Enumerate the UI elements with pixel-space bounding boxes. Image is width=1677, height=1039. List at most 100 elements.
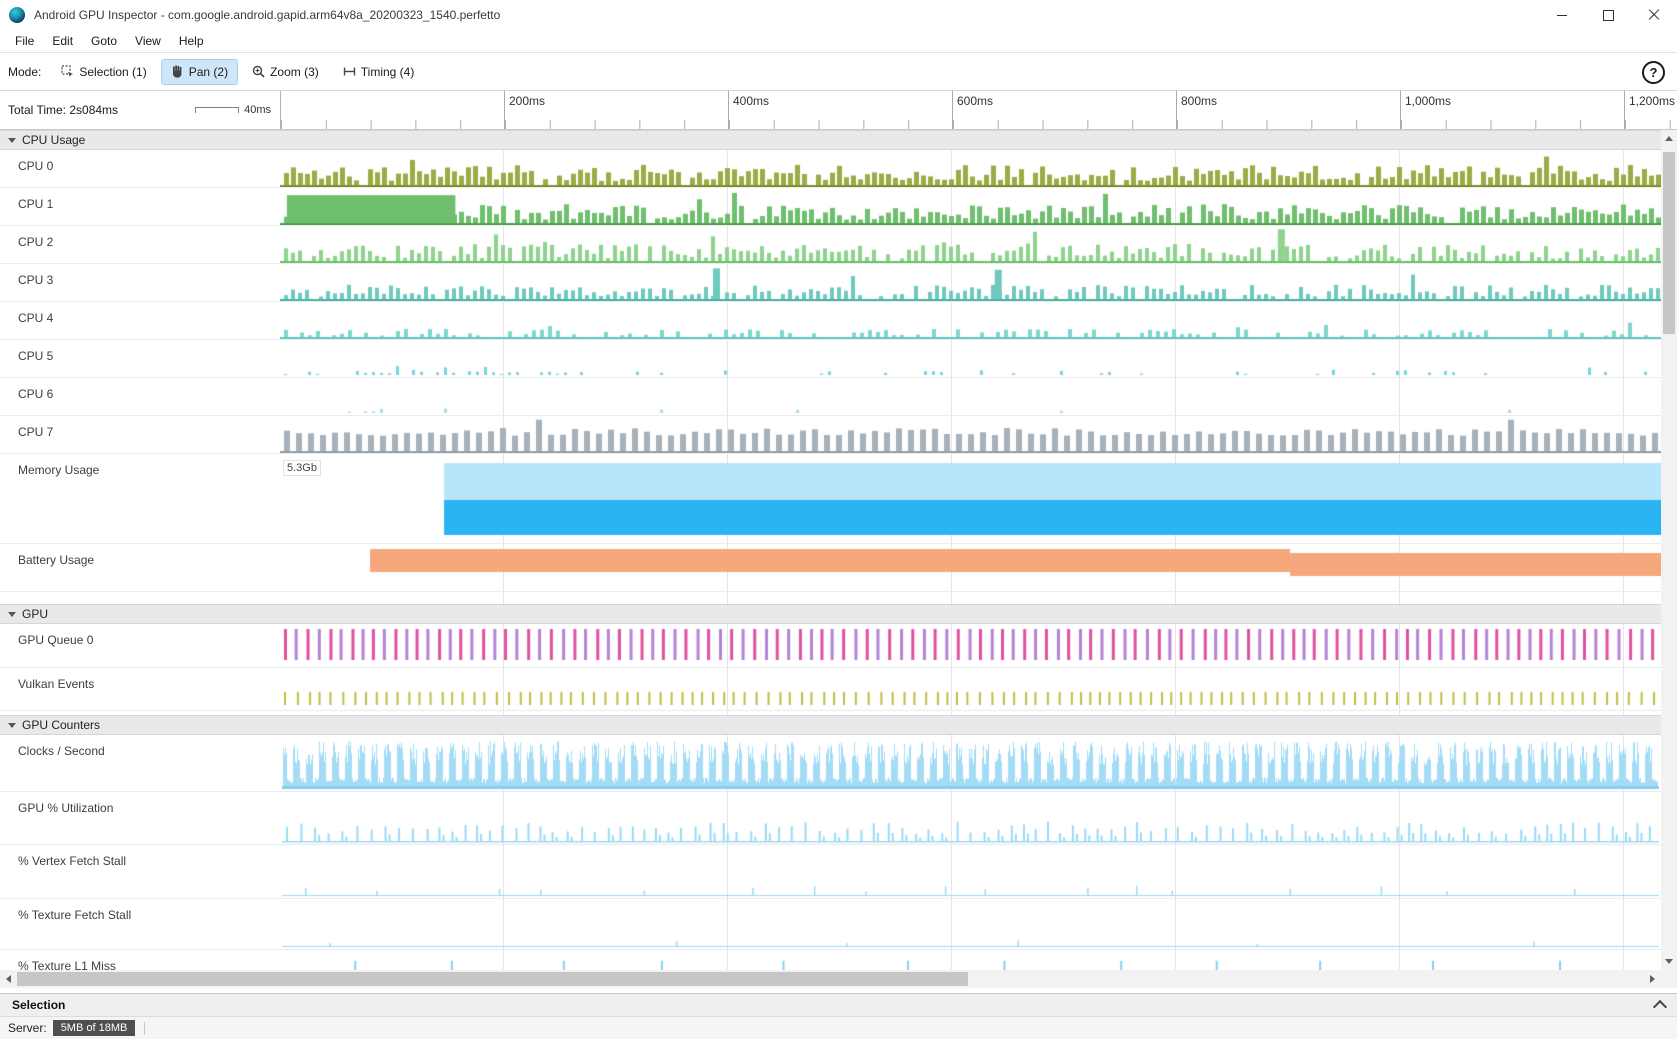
spacer-label — [0, 592, 280, 604]
ruler-gridline — [1400, 91, 1401, 129]
menu-edit[interactable]: Edit — [43, 34, 82, 48]
window-controls — [1539, 0, 1677, 30]
zoom-mode-button[interactable]: Zoom (3) — [242, 59, 329, 85]
selection-panel-header[interactable]: Selection — [0, 993, 1677, 1016]
selection-mode-button[interactable]: Selection (1) — [51, 59, 156, 85]
track-chart[interactable] — [280, 150, 1661, 187]
timeline-ruler: Total Time: 2s084ms 40ms 200ms400ms600ms… — [0, 91, 1677, 130]
maximize-button[interactable] — [1585, 0, 1631, 30]
scale-label: 40ms — [244, 104, 271, 116]
app-icon — [9, 7, 25, 23]
track-chart[interactable] — [280, 188, 1661, 225]
track-chart[interactable] — [280, 668, 1661, 710]
help-button[interactable]: ? — [1642, 61, 1665, 84]
chart-canvas-clocks-second[interactable] — [280, 735, 1661, 791]
menu-view[interactable]: View — [126, 34, 170, 48]
track-chart[interactable]: 5.3Gb — [280, 454, 1661, 543]
track-chart[interactable] — [280, 302, 1661, 339]
track-row-cpu-6: CPU 6 — [0, 378, 1661, 416]
status-bar: Server: 5MB of 18MB — [0, 1016, 1677, 1039]
scroll-down-arrow-icon[interactable] — [1661, 953, 1677, 970]
ruler-gridline — [504, 91, 505, 129]
menu-file[interactable]: File — [6, 34, 43, 48]
track-chart[interactable] — [280, 340, 1661, 377]
track-label: CPU 2 — [0, 226, 280, 263]
chart-canvas-cpu-4[interactable] — [280, 302, 1661, 339]
track-row-clocks-second: Clocks / Second — [0, 735, 1661, 792]
ruler-tick-label: 800ms — [1181, 94, 1217, 108]
memory-max-label: 5.3Gb — [283, 460, 321, 476]
track-label: CPU 4 — [0, 302, 280, 339]
chart-canvas-texture-l1-miss[interactable] — [280, 950, 1661, 970]
track-chart[interactable] — [280, 735, 1661, 791]
tool-label: Selection (1) — [79, 65, 146, 79]
ruler-timeline[interactable]: 200ms400ms600ms800ms1,000ms1,200ms — [280, 91, 1677, 129]
ruler-left: Total Time: 2s084ms 40ms — [0, 91, 280, 129]
tool-label: Timing (4) — [361, 65, 415, 79]
track-row-texture-fetch-stall: % Texture Fetch Stall — [0, 899, 1661, 950]
chart-canvas-vulkan-events[interactable] — [280, 668, 1661, 710]
close-button[interactable] — [1631, 0, 1677, 30]
track-label: CPU 7 — [0, 416, 280, 453]
chart-canvas-gpu-utilization[interactable] — [280, 792, 1661, 844]
horizontal-scrollbar[interactable] — [0, 970, 1661, 988]
track-chart[interactable] — [280, 226, 1661, 263]
track-chart[interactable] — [280, 845, 1661, 898]
selection-panel-title: Selection — [12, 998, 65, 1012]
chart-canvas-cpu-0[interactable] — [280, 150, 1661, 187]
chart-canvas-cpu-6[interactable] — [280, 378, 1661, 415]
vertical-scrollbar[interactable] — [1661, 130, 1677, 970]
scroll-up-arrow-icon[interactable] — [1661, 130, 1677, 147]
track-label: Clocks / Second — [0, 735, 280, 791]
track-row-cpu-5: CPU 5 — [0, 340, 1661, 378]
vertical-scrollbar-thumb[interactable] — [1663, 152, 1675, 334]
track-row-cpu-7: CPU 7 — [0, 416, 1661, 454]
ruler-tick-label: 400ms — [733, 94, 769, 108]
horizontal-scrollbar-thumb[interactable] — [17, 972, 968, 986]
track-label: Battery Usage — [0, 544, 280, 591]
track-chart[interactable] — [280, 950, 1661, 970]
menu-goto[interactable]: Goto — [82, 34, 126, 48]
track-chart[interactable] — [280, 378, 1661, 415]
chart-canvas-cpu-5[interactable] — [280, 340, 1661, 377]
chevron-up-icon[interactable] — [1653, 1000, 1667, 1014]
ruler-gridline — [952, 91, 953, 129]
chart-canvas-cpu-2[interactable] — [280, 226, 1661, 263]
ruler-tick-label: 1,200ms — [1629, 94, 1675, 108]
track-chart[interactable] — [280, 416, 1661, 453]
timing-mode-button[interactable]: Timing (4) — [333, 59, 425, 85]
track-label: GPU Queue 0 — [0, 624, 280, 667]
chart-canvas-memory-usage[interactable] — [280, 454, 1661, 543]
menu-help[interactable]: Help — [170, 34, 213, 48]
chart-canvas-battery-usage[interactable] — [280, 544, 1661, 591]
track-chart[interactable] — [280, 544, 1661, 591]
chart-canvas-texture-fetch-stall[interactable] — [280, 899, 1661, 949]
pan-mode-button[interactable]: Pan (2) — [161, 59, 238, 85]
scroll-right-arrow-icon[interactable] — [1644, 970, 1661, 988]
tool-label: Zoom (3) — [270, 65, 319, 79]
chart-canvas-gpu-queue-0[interactable] — [280, 624, 1661, 667]
ruler-gridline — [728, 91, 729, 129]
minimize-button[interactable] — [1539, 0, 1585, 30]
scroll-left-arrow-icon[interactable] — [0, 970, 17, 988]
track-spacer — [0, 711, 1661, 715]
chart-canvas-vertex-fetch-stall[interactable] — [280, 845, 1661, 898]
collapse-triangle-icon[interactable] — [8, 612, 16, 617]
section-label: CPU Usage — [22, 133, 85, 147]
section-header-gpu[interactable]: GPU — [0, 604, 1661, 624]
section-label: GPU — [22, 607, 48, 621]
track-chart[interactable] — [280, 899, 1661, 949]
chart-canvas-cpu-1[interactable] — [280, 188, 1661, 225]
collapse-triangle-icon[interactable] — [8, 138, 16, 143]
minimize-icon — [1557, 15, 1567, 16]
tool-label: Pan (2) — [189, 65, 228, 79]
track-label: GPU % Utilization — [0, 792, 280, 844]
track-chart[interactable] — [280, 624, 1661, 667]
track-chart[interactable] — [280, 264, 1661, 301]
track-chart[interactable] — [280, 792, 1661, 844]
chart-canvas-cpu-3[interactable] — [280, 264, 1661, 301]
collapse-triangle-icon[interactable] — [8, 723, 16, 728]
spacer-chart — [280, 711, 1661, 715]
section-header-cpu-usage[interactable]: CPU Usage — [0, 130, 1661, 150]
chart-canvas-cpu-7[interactable] — [280, 416, 1661, 453]
